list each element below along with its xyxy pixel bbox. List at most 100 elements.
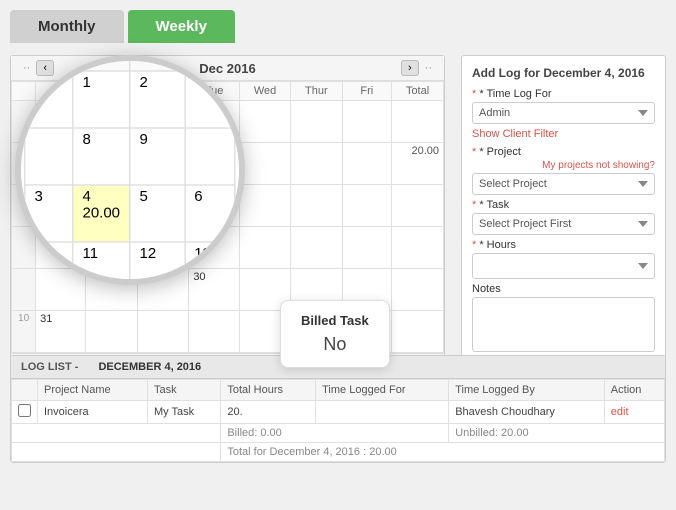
cal-total-cell [392,101,444,143]
billed-task-value: No [301,334,369,355]
show-client-filter-link[interactable]: Show Client Filter [472,128,655,140]
mag-cell: 9 [130,128,185,185]
cal-total-cell: 20.00 [392,143,444,185]
cal-total-cell [392,311,444,353]
add-log-panel: Add Log for December 4, 2016 * * Time Lo… [461,55,666,401]
cal-cell[interactable] [239,143,290,185]
col-fri: Fri [342,82,392,101]
row-task: My Task [147,401,220,424]
col-task: Task [147,380,220,401]
cal-cell[interactable] [86,311,138,353]
col-time-by: Time Logged By [449,380,605,401]
task-label: * * Task [472,199,655,211]
week-num-cell: 10 [12,311,36,353]
table-row: Invoicera My Task 20. Bhavesh Choudhary … [12,401,665,424]
cal-cell[interactable] [239,185,290,227]
add-log-title: Add Log for December 4, 2016 [472,66,655,80]
cal-cell[interactable] [291,101,342,143]
circle-magnifier: Sat Sun Mon Tue 1 2 [15,55,245,285]
total-label [12,443,221,462]
mag-row: 3 4 20.00 5 6 [25,185,236,242]
cal-cell[interactable] [291,143,342,185]
log-table-header-row: Project Name Task Total Hours Time Logge… [12,380,665,401]
tab-monthly[interactable]: Monthly [10,10,124,43]
unbilled-value: Unbilled: 20.00 [449,424,665,443]
cal-cell[interactable]: 31 [36,311,86,353]
nav-dots-right: ·· [421,62,436,74]
log-list-panel: LOG LIST - DECEMBER 4, 2016 Project Name… [10,355,666,463]
mag-cell: 2 [130,71,185,128]
magnifier-calendar: Sat Sun Mon Tue 1 2 [24,55,236,285]
log-list-date: DECEMBER 4, 2016 [98,361,201,373]
edit-link[interactable]: edit [611,406,629,418]
billed-task-tooltip: Billed Task No [280,300,390,368]
mag-cell [25,128,73,185]
mag-cell: 5 [130,185,185,242]
row-time-by: Bhavesh Choudhary [449,401,605,424]
mag-cell: 3 [25,185,73,242]
mag-cell: 12 [130,242,185,285]
mag-cell: 11 [73,242,130,285]
cal-total-cell [392,269,444,311]
table-row: Billed: 0.00 Unbilled: 20.00 [12,424,665,443]
main-container: Monthly Weekly ·· ‹ Dec 2016 › ·· Sat Su… [0,0,676,510]
hours-label: * * Hours [472,239,655,251]
row-project: Invoicera [38,401,148,424]
cal-cell[interactable] [291,227,342,269]
cal-total-cell [392,185,444,227]
col-total-hours: Total Hours [221,380,316,401]
tabs-row: Monthly Weekly [10,10,666,43]
project-select[interactable]: Select Project [472,173,655,195]
mag-cell: 1 [73,71,130,128]
cal-cell[interactable] [291,185,342,227]
cal-total-cell [392,227,444,269]
row-action: edit [604,401,664,424]
mag-cell: 8 [73,128,130,185]
col-thu: Thur [291,82,342,101]
notes-label: Notes [472,283,655,295]
project-label: * * Project [472,146,655,158]
mag-cell: 6 [184,185,235,242]
col-total: Total [392,82,444,101]
cal-cell[interactable] [342,185,392,227]
mag-row: 1 2 [25,71,236,128]
col-project: Project Name [38,380,148,401]
cal-cell[interactable] [342,227,392,269]
cal-cell[interactable] [189,311,240,353]
mag-cell [184,128,235,185]
billed-value: Billed: 0.00 [221,424,449,443]
cal-cell[interactable] [342,101,392,143]
row-check[interactable] [12,401,38,424]
col-wed: Wed [239,82,290,101]
mag-cell [25,242,73,285]
row-hours: 20. [221,401,316,424]
time-log-for-select[interactable]: Admin [472,102,655,124]
col-time-for: Time Logged For [316,380,449,401]
task-select[interactable]: Select Project First [472,213,655,235]
mag-row: 11 12 13 [25,242,236,285]
row-time-for [316,401,449,424]
mag-cell [184,71,235,128]
cal-cell[interactable] [239,227,290,269]
col-check [12,380,38,401]
log-list-label: LOG LIST - [21,361,78,373]
table-row: Total for December 4, 2016 : 20.00 [12,443,665,462]
log-table: Project Name Task Total Hours Time Logge… [11,379,665,462]
my-projects-link[interactable]: My projects not showing? [472,160,655,171]
notes-textarea[interactable] [472,297,655,352]
mag-cell [25,71,73,128]
cal-next-btn[interactable]: › [401,60,419,76]
tab-weekly[interactable]: Weekly [128,10,235,43]
total-value: Total for December 4, 2016 : 20.00 [221,443,665,462]
mag-cell-highlighted: 4 20.00 [73,185,130,242]
cal-cell[interactable] [342,143,392,185]
time-log-for-label: * * Time Log For [472,88,655,100]
cal-nav-right: › ·· [401,60,436,76]
billed-task-title: Billed Task [301,313,369,328]
cal-cell[interactable] [239,101,290,143]
mag-cell: 13 [184,242,235,285]
hours-input[interactable] [472,253,655,279]
col-action: Action [604,380,664,401]
cal-cell[interactable] [138,311,189,353]
row-checkbox[interactable] [18,404,31,417]
